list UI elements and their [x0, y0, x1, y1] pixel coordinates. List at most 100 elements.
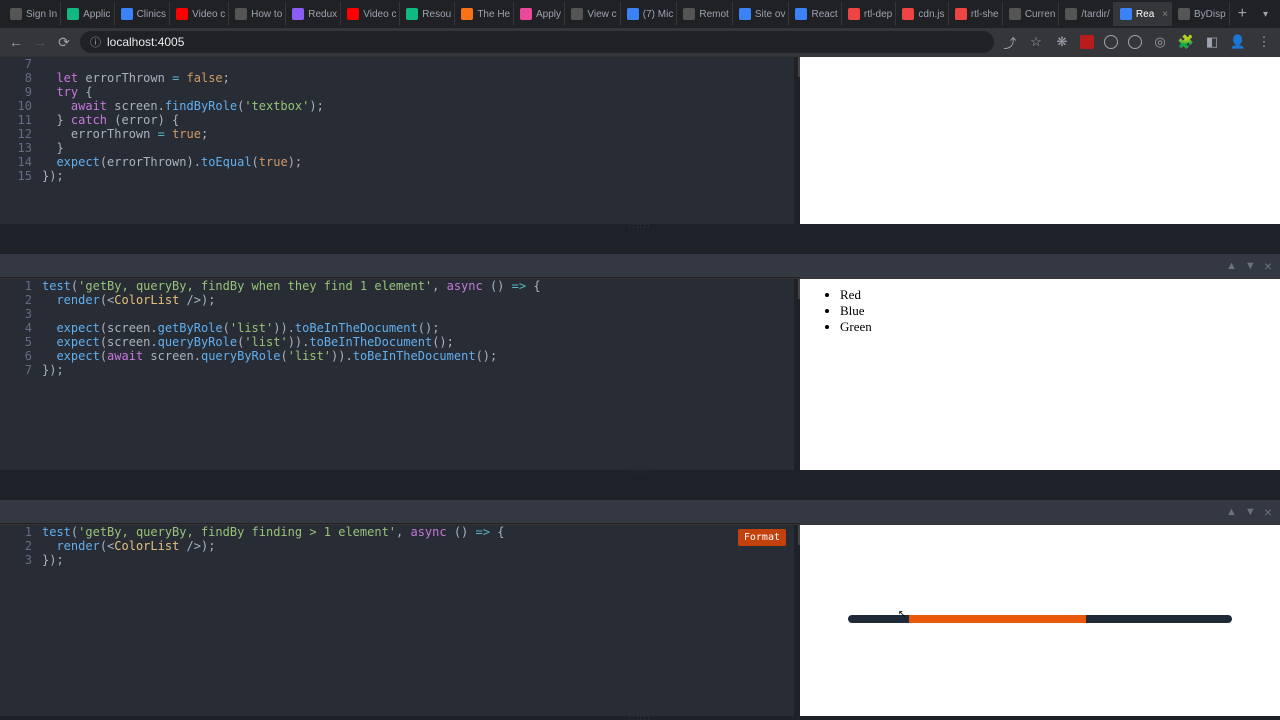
favicon-icon	[739, 8, 751, 20]
output-preview	[800, 57, 1280, 224]
extensions-icon[interactable]: 🧩	[1178, 34, 1194, 50]
tab-title: View c	[587, 9, 616, 20]
close-icon[interactable]: ×	[1162, 9, 1168, 20]
browser-tab[interactable]: Rea ×	[1114, 2, 1172, 26]
move-down-button[interactable]: ▼	[1245, 506, 1256, 518]
tab-title: Rea	[1136, 9, 1154, 20]
extension-icon[interactable]: ◎	[1152, 34, 1168, 50]
browser-tab[interactable]: ByDisp	[1172, 2, 1230, 26]
extension-icon[interactable]	[1104, 35, 1118, 49]
browser-tab[interactable]: How to	[229, 2, 286, 26]
code-editor[interactable]: 1test('getBy, queryBy, findBy when they …	[0, 279, 794, 470]
extension-icon[interactable]	[1128, 35, 1142, 49]
line-number: 7	[0, 57, 42, 71]
toolbar-actions: ⤴ ☆ ❋ ◎ 🧩 ◧ 👤 ⋮	[1002, 34, 1272, 50]
browser-tab[interactable]: Curren	[1003, 2, 1060, 26]
browser-tab[interactable]: Remot	[677, 2, 733, 26]
browser-tab[interactable]: React	[789, 2, 841, 26]
line-content: } catch (error) {	[42, 113, 794, 127]
output-list: RedBlueGreen	[816, 287, 1264, 335]
tab-title: Video c	[363, 9, 396, 20]
site-info-icon[interactable]: ⓘ	[90, 34, 101, 50]
tab-title: Redux	[308, 9, 337, 20]
favicon-icon	[347, 8, 359, 20]
code-line: 13 }	[0, 141, 794, 155]
list-item: Green	[840, 319, 1264, 335]
code-editor[interactable]: 78 let errorThrown = false;9 try {10 awa…	[0, 57, 794, 224]
output-toolbar: ▲ ▼ ×	[800, 500, 1280, 524]
browser-tab[interactable]: (7) Mic	[621, 2, 678, 26]
code-line: 14 expect(errorThrown).toEqual(true);	[0, 155, 794, 169]
menu-icon[interactable]: ⋮	[1256, 34, 1272, 50]
browser-tab[interactable]: Video c	[341, 2, 400, 26]
format-button[interactable]: Format	[738, 529, 786, 546]
line-number: 14	[0, 155, 42, 169]
tab-title: Sign In	[26, 9, 57, 20]
address-bar[interactable]: ⓘ localhost:4005	[80, 31, 994, 53]
line-number: 15	[0, 169, 42, 183]
page-content: 78 let errorThrown = false;9 try {10 awa…	[0, 56, 1280, 720]
tab-title: The He	[477, 9, 510, 20]
browser-tab[interactable]: Site ov	[733, 2, 790, 26]
tab-title: Apply	[536, 9, 561, 20]
reload-button[interactable]: ⟳	[56, 34, 72, 51]
progress-bar: ↖	[848, 615, 1232, 623]
browser-tab[interactable]: Clinics	[115, 2, 171, 26]
browser-tab[interactable]: Resou	[400, 2, 455, 26]
tab-title: How to	[251, 9, 282, 20]
tab-dropdown-button[interactable]: ▾	[1255, 9, 1276, 20]
favicon-icon	[10, 8, 22, 20]
browser-tab[interactable]: rtl-dep	[842, 2, 897, 26]
line-content: expect(screen.queryByRole('list')).toBeI…	[42, 335, 794, 349]
code-line: 5 expect(screen.queryByRole('list')).toB…	[0, 335, 794, 349]
favicon-icon	[627, 8, 639, 20]
code-line: 9 try {	[0, 85, 794, 99]
line-number: 10	[0, 99, 42, 113]
browser-tab[interactable]: Apply	[514, 2, 565, 26]
close-button[interactable]: ×	[1264, 258, 1272, 274]
sidepanel-icon[interactable]: ◧	[1204, 34, 1220, 50]
move-down-button[interactable]: ▼	[1245, 260, 1256, 272]
extension-icon[interactable]: ❋	[1054, 34, 1070, 50]
cell-toolbar	[0, 254, 800, 278]
browser-tab[interactable]: Sign In	[4, 2, 61, 26]
line-number: 5	[0, 335, 42, 349]
code-line: 3});	[0, 553, 794, 567]
browser-tab[interactable]: /tardir/	[1059, 2, 1114, 26]
profile-icon[interactable]: 👤	[1230, 34, 1246, 50]
move-up-button[interactable]: ▲	[1226, 260, 1237, 272]
browser-tab[interactable]: cdn.js	[896, 2, 948, 26]
browser-tab[interactable]: Video c	[170, 2, 229, 26]
browser-tab[interactable]: rtl-she	[949, 2, 1003, 26]
extension-icon[interactable]	[1080, 35, 1094, 49]
code-line: 3	[0, 307, 794, 321]
tab-title: /tardir/	[1081, 9, 1109, 20]
move-up-button[interactable]: ▲	[1226, 506, 1237, 518]
favicon-icon	[235, 8, 247, 20]
line-content: expect(screen.getByRole('list')).toBeInT…	[42, 321, 794, 335]
close-button[interactable]: ×	[1264, 504, 1272, 520]
tab-title: rtl-she	[971, 9, 999, 20]
favicon-icon	[1178, 8, 1190, 20]
output-preview: RedBlueGreen	[800, 279, 1280, 470]
browser-url-bar: ← → ⟳ ⓘ localhost:4005 ⤴ ☆ ❋ ◎ 🧩 ◧ 👤 ⋮	[0, 28, 1280, 56]
favicon-icon	[1009, 8, 1021, 20]
bookmark-icon[interactable]: ☆	[1028, 34, 1044, 50]
share-icon[interactable]: ⤴	[1002, 34, 1018, 50]
code-editor[interactable]: 1test('getBy, queryBy, findBy finding > …	[0, 525, 794, 716]
code-line: 15});	[0, 169, 794, 183]
browser-tab[interactable]: Redux	[286, 2, 341, 26]
tab-title: ByDisp	[1194, 9, 1226, 20]
line-number: 1	[0, 525, 42, 539]
browser-tab[interactable]: Applic	[61, 2, 114, 26]
line-content: expect(errorThrown).toEqual(true);	[42, 155, 794, 169]
browser-tab[interactable]: View c	[565, 2, 620, 26]
back-button[interactable]: ←	[8, 34, 24, 50]
notebook-cell: 1test('getBy, queryBy, findBy when they …	[0, 278, 1280, 470]
line-number: 3	[0, 307, 42, 321]
horizontal-resize-handle[interactable]: ::::::	[0, 716, 1280, 720]
new-tab-button[interactable]: +	[1230, 5, 1255, 23]
line-content: let errorThrown = false;	[42, 71, 794, 85]
line-number: 9	[0, 85, 42, 99]
browser-tab[interactable]: The He	[455, 2, 514, 26]
